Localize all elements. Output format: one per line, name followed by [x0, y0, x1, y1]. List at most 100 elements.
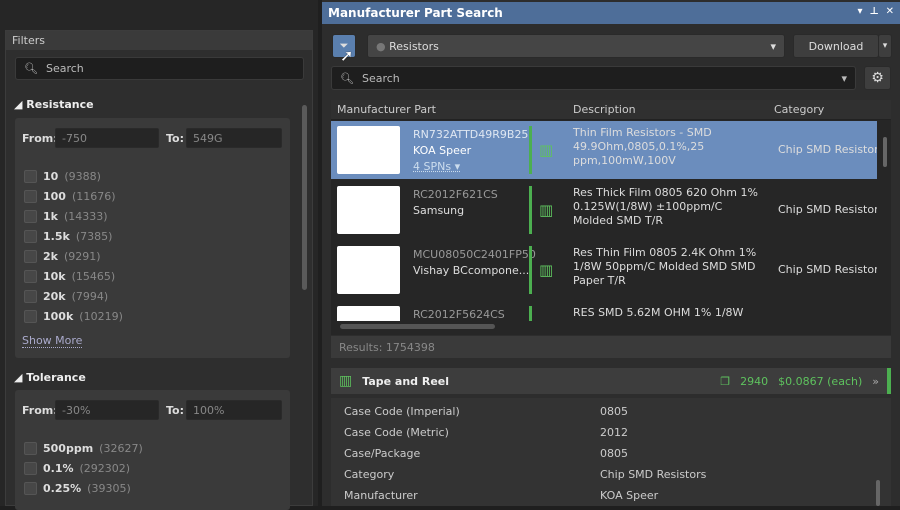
stock-bar — [529, 186, 532, 234]
part-image — [337, 126, 400, 174]
table-vertical-scrollbar[interactable] — [883, 137, 887, 167]
manufacturer: Vishay BCcompone... — [413, 264, 530, 277]
chevron-down-icon[interactable]: ▾ — [841, 72, 847, 85]
property-value: 0805 — [600, 447, 628, 460]
column-description[interactable]: Description — [573, 103, 636, 116]
option-count: (14333) — [63, 209, 108, 223]
pin-icon[interactable]: ⊥ — [870, 6, 879, 17]
option-value: 0.25% — [43, 481, 82, 495]
option-count: (39305) — [87, 481, 131, 495]
column-category[interactable]: Category — [774, 103, 824, 116]
search-icon: 🔍︎ — [340, 71, 354, 85]
filter-option[interactable]: 0.25% (39305) — [24, 478, 143, 498]
show-more-link[interactable]: Show More — [22, 334, 83, 348]
category: Chip SMD Resistors — [778, 203, 877, 216]
stock-count: 2940 — [740, 374, 769, 388]
property-value: 2012 — [600, 426, 628, 439]
category-dropdown[interactable]: ● Resistors ▾ — [367, 34, 785, 58]
filter-option[interactable]: 1.5k (7385) — [24, 226, 123, 246]
part-number: RC2012F5624CS — [413, 308, 505, 321]
resistance-from-label: From: — [22, 132, 58, 145]
table-row[interactable]: RC2012F5624CS RES SMD 5.62M OHM 1% 1/8W … — [331, 301, 877, 321]
filter-option[interactable]: 100 (11676) — [24, 186, 123, 206]
stock-bar — [529, 126, 532, 174]
parts-search-input[interactable]: 🔍︎ Search ▾ — [331, 66, 856, 90]
option-value: 2k — [43, 249, 58, 263]
filter-option[interactable]: 10 (9388) — [24, 166, 123, 186]
checkbox[interactable] — [24, 481, 37, 495]
category-icon: ● — [376, 39, 390, 53]
option-value: 10 — [43, 169, 59, 183]
manufacturer: KOA Speer — [413, 144, 472, 157]
checkbox[interactable] — [24, 209, 37, 223]
option-count: (9388) — [64, 169, 101, 183]
checkbox[interactable] — [24, 229, 37, 243]
part-image — [337, 306, 400, 321]
panel-title: Manufacturer Part Search — [328, 6, 503, 20]
option-value: 1.5k — [43, 229, 70, 243]
table-row[interactable]: MCU08050C2401FP50 Vishay BCcompone... ▥ … — [331, 241, 877, 299]
detail-header[interactable]: ▥ Tape and Reel ❐ 2940 $0.0867 (each) » — [331, 368, 887, 394]
table-row[interactable]: RN732ATTD49R9B25 KOA Speer 4 SPNs ▾ ▥ Th… — [331, 121, 877, 179]
column-manufacturer-part[interactable]: Manufacturer Part — [337, 103, 436, 116]
checkbox[interactable] — [24, 169, 37, 183]
checkbox[interactable] — [24, 189, 37, 203]
panel-menu-icon[interactable]: ▾ — [858, 6, 863, 17]
option-count: (9291) — [63, 249, 101, 263]
checkbox[interactable] — [24, 289, 37, 303]
chip-icon: ▥ — [539, 201, 554, 219]
horizontal-scrollbar[interactable] — [340, 324, 495, 329]
close-icon[interactable]: ✕ — [886, 6, 894, 17]
table-row[interactable]: RC2012F621CS Samsung ▥ Res Thick Film 08… — [331, 181, 877, 239]
filter-option[interactable]: 0.1% (292302) — [24, 458, 143, 478]
category-value: Resistors — [389, 39, 439, 53]
property-value: KOA Speer — [600, 489, 659, 502]
option-count: (32627) — [99, 441, 143, 455]
tolerance-from-input[interactable]: -30% — [55, 400, 159, 420]
tolerance-title: Tolerance — [26, 371, 86, 384]
checkbox[interactable] — [24, 269, 37, 283]
manufacturer-part-search-panel: Manufacturer Part Search ▾ ⊥ ✕ ⏷ ● Resis… — [322, 0, 900, 506]
search-icon: 🔍︎ — [24, 62, 38, 75]
filter-option[interactable]: 100k (10219) — [24, 306, 123, 326]
option-value: 0.1% — [43, 461, 74, 475]
detail-scrollbar[interactable] — [876, 480, 880, 506]
checkbox[interactable] — [24, 249, 37, 263]
property-name: Manufacturer — [344, 489, 418, 502]
stock-indicator — [887, 368, 891, 394]
resistance-from-input[interactable]: -750 — [55, 128, 159, 148]
option-count: (7994) — [71, 289, 109, 303]
filter-option[interactable]: 500ppm (32627) — [24, 438, 143, 458]
category: Chip SMD Resistors — [778, 143, 877, 156]
filter-option[interactable]: 2k (9291) — [24, 246, 123, 266]
search-placeholder: Search — [361, 71, 400, 85]
resistance-to-label: To: — [166, 132, 184, 145]
expand-icon[interactable]: » — [872, 375, 879, 388]
checkbox[interactable] — [24, 461, 37, 475]
filter-option[interactable]: 1k (14333) — [24, 206, 123, 226]
filters-panel: Filters 🔍︎ Search ◢ Resistance From: -750… — [0, 0, 318, 510]
download-dropdown-button[interactable]: ▾ — [878, 34, 892, 58]
filters-search-input[interactable]: 🔍︎ Search — [15, 57, 304, 80]
tolerance-to-input[interactable]: 100% — [186, 400, 282, 420]
category: Chip SMD Resistors — [778, 263, 877, 276]
resistance-header[interactable]: ◢ Resistance — [14, 98, 94, 111]
download-button[interactable]: Download — [793, 34, 879, 58]
property-name: Category — [344, 468, 395, 481]
filter-option[interactable]: 10k (15465) — [24, 266, 123, 286]
description: Res Thin Film 0805 2.4K Ohm 1% 1/8W 50pp… — [573, 246, 757, 287]
filter-option[interactable]: 20k (7994) — [24, 286, 123, 306]
tolerance-header[interactable]: ◢ Tolerance — [14, 371, 86, 384]
gear-icon: ⚙ — [871, 70, 884, 86]
spns-dropdown[interactable]: 4 SPNs ▾ — [413, 159, 528, 175]
resistance-options: 10 (9388) 100 (11676) 1k (14333) 1.5k (7385) 2k (… — [24, 166, 123, 326]
filters-scrollbar[interactable] — [302, 105, 307, 290]
checkbox[interactable] — [24, 441, 37, 455]
resistance-title: Resistance — [26, 98, 94, 111]
checkbox[interactable] — [24, 309, 37, 323]
resistance-to-input[interactable]: 549G — [186, 128, 282, 148]
description: Res Thick Film 0805 620 Ohm 1% 0.125W(1/… — [573, 186, 758, 227]
option-count: (10219) — [79, 309, 123, 323]
settings-button[interactable]: ⚙ — [864, 66, 891, 90]
description: RES SMD 5.62M OHM 1% 1/8W 0805 — [573, 306, 744, 321]
